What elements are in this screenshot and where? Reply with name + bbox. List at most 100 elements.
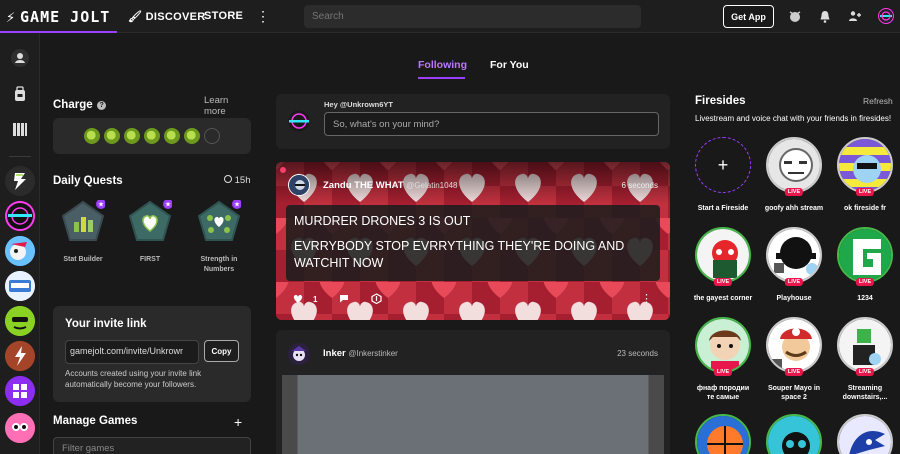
- community-cartoon-icon[interactable]: [5, 236, 35, 266]
- invite-link-field[interactable]: gamejolt.com/invite/Unkrowr: [65, 340, 199, 364]
- clock-icon: [224, 175, 232, 183]
- discover-link[interactable]: 🖌 DISCOVER: [128, 10, 205, 23]
- fireside-avatar: [766, 317, 822, 373]
- post-actions: 1: [293, 293, 383, 306]
- fireside-avatar[interactable]: [766, 414, 822, 454]
- composer-greeting: Hey @Unkrown6YT: [324, 100, 393, 109]
- get-app-button[interactable]: Get App: [723, 5, 774, 28]
- charge-orb-filled: [124, 128, 140, 144]
- search-input[interactable]: [304, 5, 641, 28]
- post-author-line: Inker @Inkerstinker: [323, 348, 398, 359]
- post-author-avatar[interactable]: [288, 343, 310, 365]
- learn-more-link[interactable]: Learn more: [204, 95, 251, 117]
- fireside-label: Souper Mayo in space 2: [767, 385, 821, 402]
- community-rail: [0, 33, 40, 454]
- gamejolt-logo[interactable]: ⚡ GAME JOLT: [6, 7, 110, 27]
- like-heart-icon[interactable]: [293, 294, 303, 305]
- quest-card[interactable]: ★ Strength in Numbers: [189, 199, 249, 275]
- feed-post[interactable]: Zandu THE WHAT @Gelatin1048 6 seconds MU…: [276, 162, 670, 320]
- invite-card: Your invite link gamejolt.com/invite/Unk…: [53, 306, 251, 402]
- live-badge: LIVE: [855, 188, 875, 196]
- comment-icon[interactable]: [339, 294, 349, 305]
- friends-icon[interactable]: [847, 8, 863, 24]
- post-author-handle[interactable]: @Gelatin1048: [406, 181, 457, 190]
- unread-dot: [280, 167, 286, 173]
- fireside-item[interactable]: LIVE Streaming downstairs,...: [835, 317, 895, 402]
- bolt-icon: ⚡: [6, 8, 17, 26]
- more-menu-icon[interactable]: ⋮: [256, 8, 270, 25]
- notifications-bell-icon[interactable]: [817, 8, 833, 24]
- fireside-item[interactable]: LIVE Playhouse: [764, 227, 824, 303]
- post-more-icon[interactable]: ⋮: [641, 292, 652, 305]
- post-author-name[interactable]: Zandu THE WHAT: [323, 180, 404, 191]
- post-timestamp: 23 seconds: [617, 349, 658, 358]
- backpack-icon[interactable]: [8, 82, 32, 106]
- quest-card[interactable]: ★ Stat Builder: [53, 199, 113, 265]
- quest-label: Stat Builder: [63, 256, 103, 263]
- community-badge-icon[interactable]: [5, 271, 35, 301]
- post-author-line: Zandu THE WHAT @Gelatin1048: [323, 180, 457, 191]
- charge-orb-filled: [104, 128, 120, 144]
- add-game-icon[interactable]: +: [234, 415, 242, 429]
- community-glitch-icon[interactable]: [5, 201, 35, 231]
- quest-card[interactable]: ★ FIRST: [120, 199, 180, 265]
- post-timestamp: 6 seconds: [621, 181, 658, 190]
- charge-meter: [53, 118, 251, 154]
- fireside-avatar: [695, 227, 751, 283]
- fireside-avatar: [837, 317, 893, 373]
- help-icon[interactable]: ?: [97, 101, 107, 110]
- live-badge: LIVE: [713, 278, 733, 286]
- discover-label: DISCOVER: [145, 11, 206, 23]
- store-link[interactable]: STORE: [204, 10, 243, 22]
- post-author-avatar[interactable]: [288, 174, 310, 196]
- manage-games-title: Manage Games: [53, 415, 138, 427]
- fireside-item[interactable]: LIVE 1234: [835, 227, 895, 303]
- fireside-label: ok fireside fr: [843, 205, 886, 212]
- invite-description: Accounts created using your invite link …: [65, 369, 202, 390]
- fireside-avatar[interactable]: [695, 414, 751, 454]
- activity-icon[interactable]: [8, 46, 32, 70]
- community-green-icon[interactable]: [5, 306, 35, 336]
- community-gamejolt-icon[interactable]: [5, 166, 35, 196]
- composer-avatar[interactable]: [288, 110, 310, 132]
- fireside-avatar[interactable]: [837, 414, 893, 454]
- refresh-link[interactable]: Refresh: [863, 96, 893, 106]
- library-icon[interactable]: [8, 117, 32, 141]
- post-text-line: EVRRYBODY STOP EVRRYTHING THEY'RE DOING …: [294, 239, 625, 270]
- charge-orb-empty: [204, 128, 220, 144]
- sticker-icon[interactable]: [371, 293, 383, 306]
- post-author-name[interactable]: Inker: [323, 348, 346, 359]
- feed-post[interactable]: Inker @Inkerstinker 23 seconds: [276, 330, 670, 454]
- firesides-description: Livestream and voice chat with your frie…: [695, 114, 892, 123]
- filter-games-input[interactable]: Filter games: [53, 437, 251, 454]
- fireside-item[interactable]: LIVE фнаф породии те самые: [693, 317, 753, 402]
- post-media[interactable]: [282, 375, 664, 454]
- fireside-item[interactable]: LIVE the gayest corner: [693, 227, 753, 303]
- user-avatar[interactable]: [878, 8, 894, 24]
- fireside-item[interactable]: LIVE goofy ahh stream: [764, 137, 824, 213]
- fireside-item[interactable]: LIVE ok fireside fr: [835, 137, 895, 213]
- community-tetris-icon[interactable]: [5, 376, 35, 406]
- live-badge: LIVE: [784, 368, 804, 376]
- live-badge: LIVE: [784, 278, 804, 286]
- quest-label: FIRST: [139, 256, 161, 263]
- tab-following[interactable]: Following: [418, 59, 467, 71]
- rail-divider: [9, 156, 31, 157]
- charge-orb-filled: [84, 128, 100, 144]
- community-lightning-icon[interactable]: [5, 341, 35, 371]
- fireside-avatar: [766, 137, 822, 193]
- fireside-item[interactable]: LIVE Souper Mayo in space 2: [764, 317, 824, 402]
- charge-orb-filled: [164, 128, 180, 144]
- live-badge: LIVE: [855, 278, 875, 286]
- start-fireside-button[interactable]: + Start a Fireside: [693, 137, 753, 213]
- post-author-handle[interactable]: @Inkerstinker: [348, 349, 397, 358]
- community-face-icon[interactable]: [5, 413, 35, 443]
- svg-text:★: ★: [165, 201, 171, 209]
- whats-on-your-mind-input[interactable]: So, what's on your mind?: [324, 112, 659, 136]
- copy-button[interactable]: Copy: [204, 340, 239, 362]
- charge-orb-filled: [144, 128, 160, 144]
- quests-icon[interactable]: [787, 8, 803, 24]
- fireside-avatar: [695, 317, 751, 373]
- charge-header: Charge ?: [53, 95, 107, 113]
- tab-for-you[interactable]: For You: [490, 59, 529, 71]
